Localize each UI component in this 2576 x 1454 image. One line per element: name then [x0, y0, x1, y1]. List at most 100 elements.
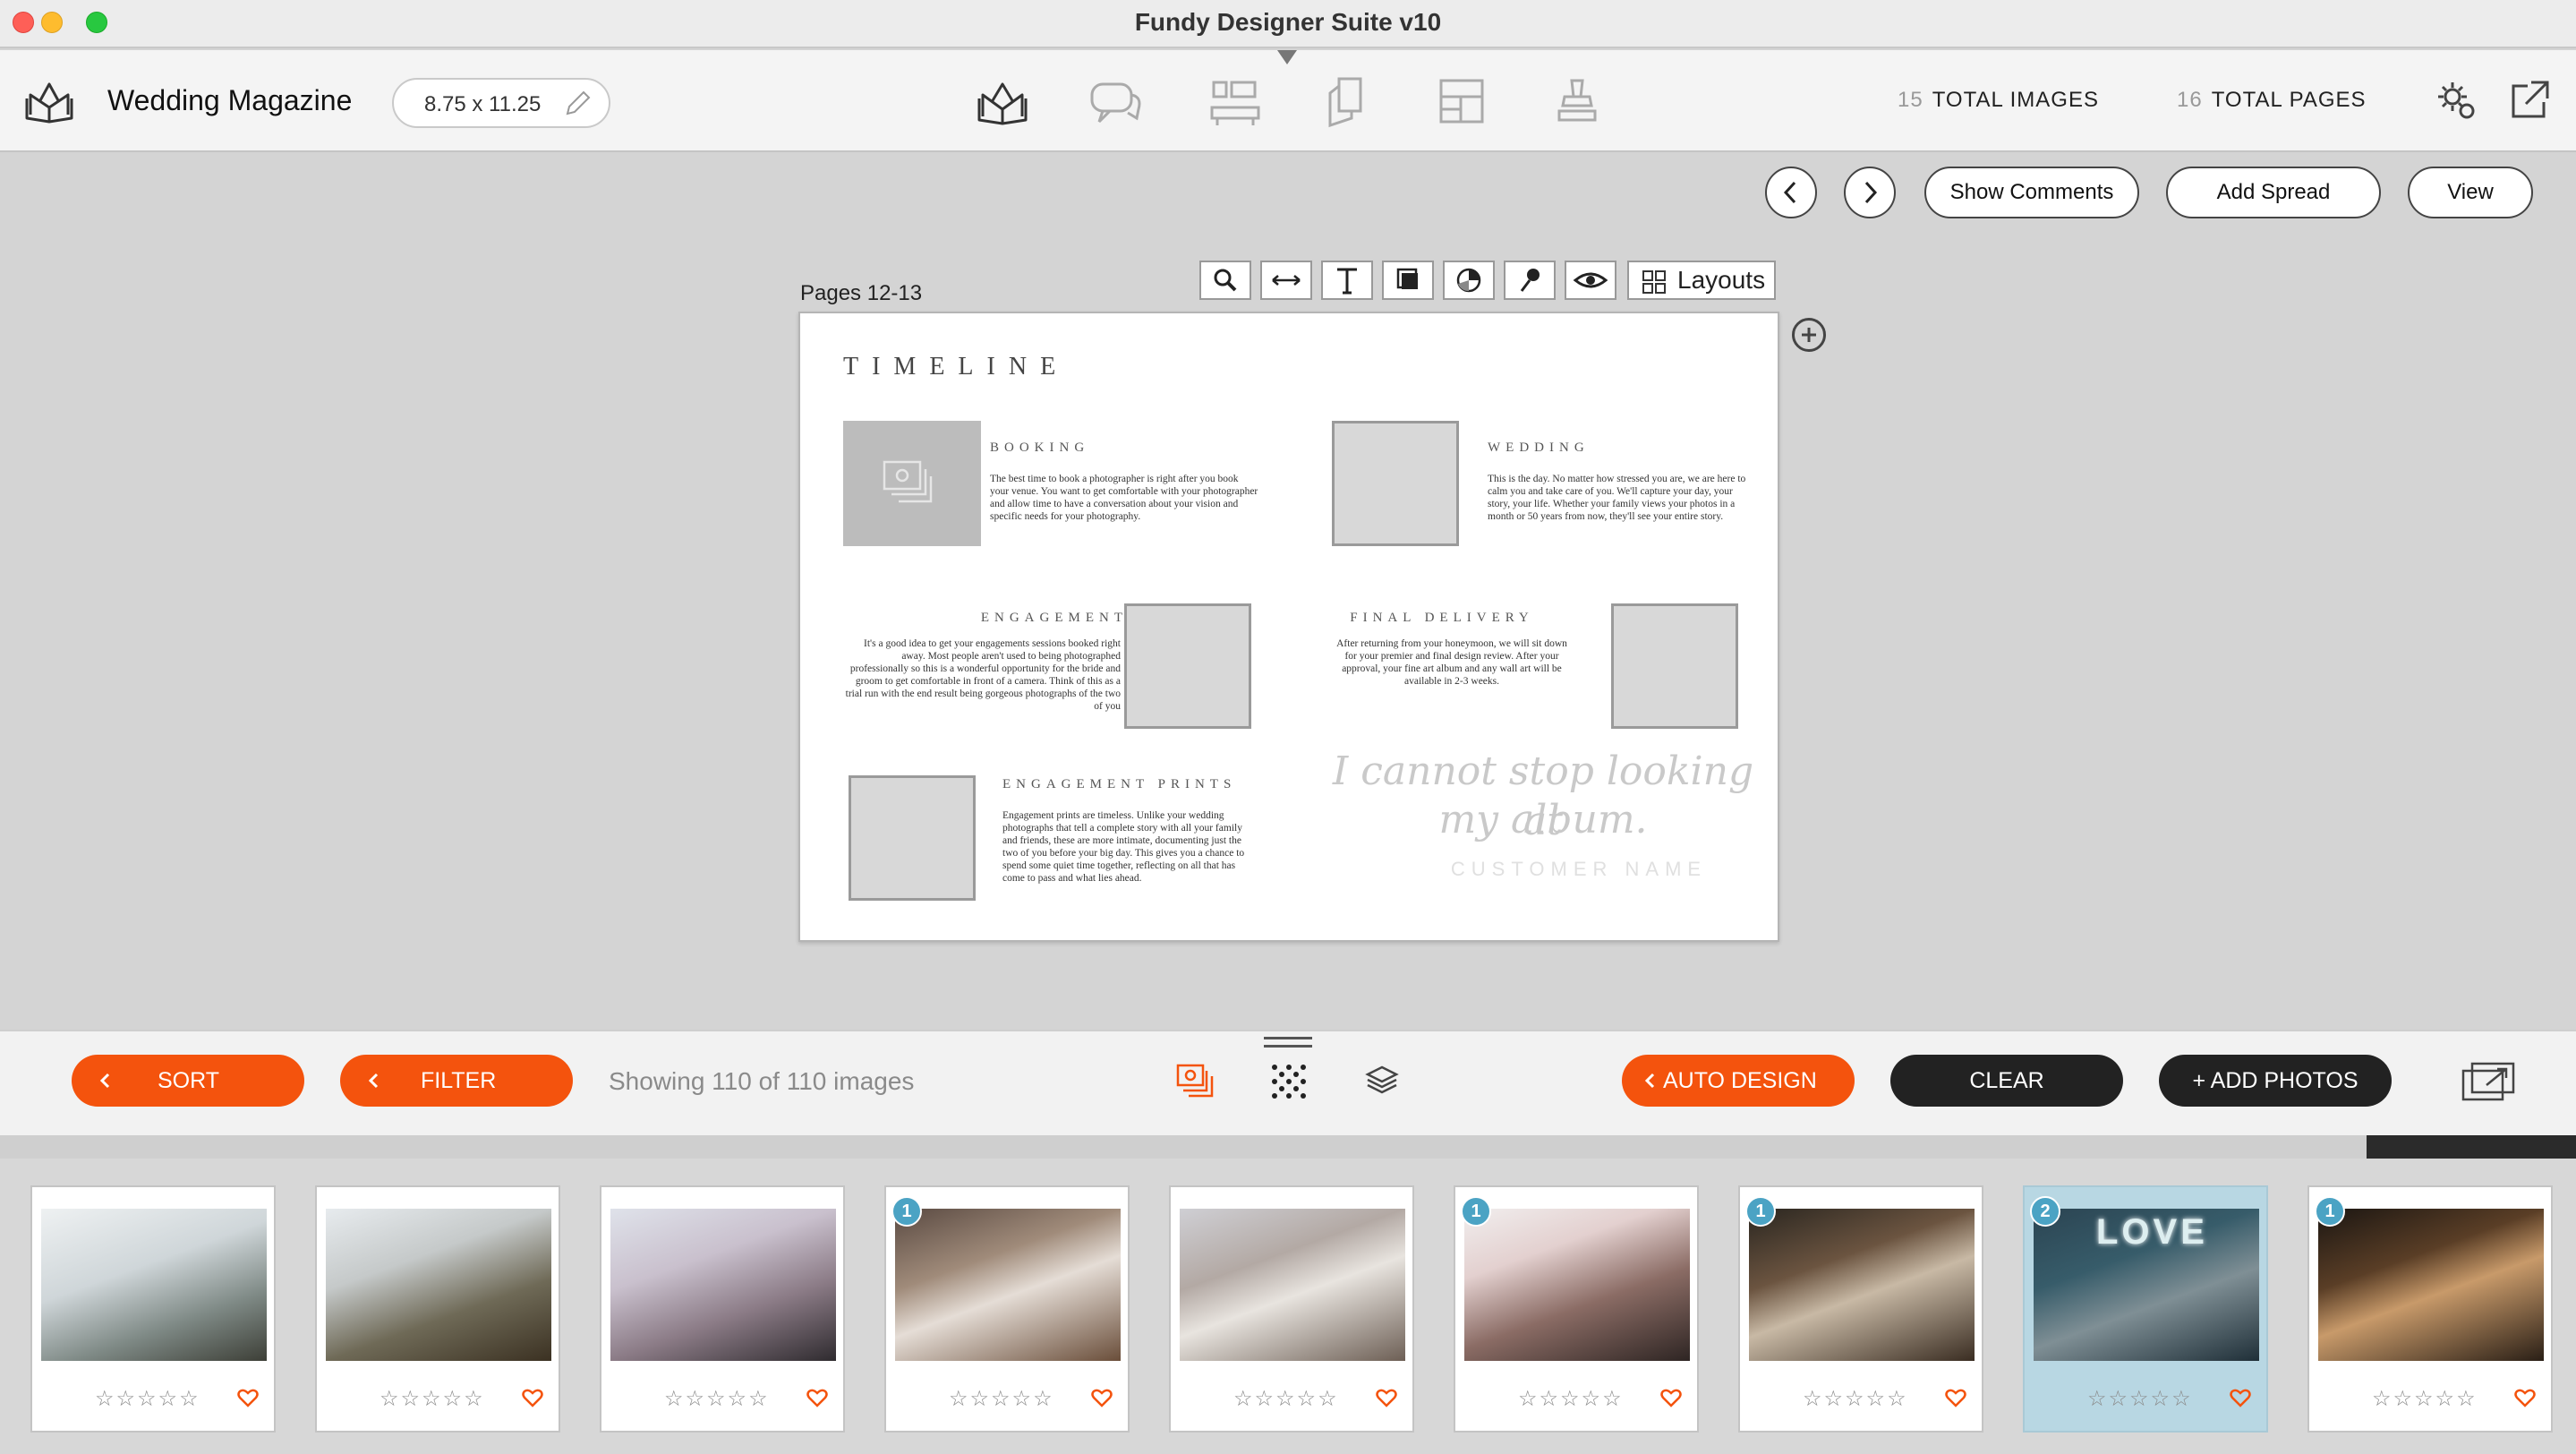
engagement-prints-body: Engagement prints are timeless. Unlike y… [1002, 810, 1245, 884]
favorite-heart-icon[interactable] [1944, 1386, 1967, 1409]
thumbnail-card[interactable]: 1 ☆☆☆☆☆ [884, 1185, 1130, 1433]
star-rating[interactable]: ☆☆☆☆☆ [1803, 1386, 1908, 1412]
clear-button[interactable]: CLEAR [1890, 1055, 2123, 1107]
wall-art-icon[interactable] [1207, 75, 1264, 129]
cards-icon[interactable] [1319, 75, 1377, 129]
pin-tool[interactable] [1504, 261, 1556, 300]
thumbnail-photo[interactable] [610, 1209, 836, 1361]
total-pages-label: TOTAL PAGES [2211, 88, 2367, 112]
previous-spread-button[interactable] [1765, 167, 1817, 218]
next-spread-button[interactable] [1844, 167, 1896, 218]
layers-icon[interactable] [1359, 1058, 1405, 1105]
settings-gear-icon[interactable] [2433, 77, 2479, 124]
favorite-heart-icon[interactable] [1375, 1386, 1398, 1409]
layouts-button[interactable]: Layouts [1627, 261, 1776, 300]
window-title: Fundy Designer Suite v10 [1134, 8, 1442, 36]
sort-label: SORT [158, 1068, 219, 1093]
star-rating[interactable]: ☆☆☆☆☆ [1518, 1386, 1624, 1412]
expand-tray-icon[interactable] [2460, 1058, 2519, 1105]
engagement-image-placeholder[interactable] [1124, 603, 1251, 729]
favorite-heart-icon[interactable] [806, 1386, 829, 1409]
thumbnail-card[interactable]: 1 ☆☆☆☆☆ [1454, 1185, 1699, 1433]
preview-tool[interactable] [1565, 261, 1616, 300]
album-logo-icon[interactable] [23, 79, 75, 124]
thumbnail-photo[interactable] [2318, 1209, 2544, 1361]
color-tool[interactable] [1443, 261, 1495, 300]
album-builder-icon[interactable] [974, 75, 1031, 129]
favorite-heart-icon[interactable] [1090, 1386, 1113, 1409]
auto-design-button[interactable]: AUTO DESIGN [1622, 1055, 1855, 1107]
thumbnail-card[interactable]: LOVE 2 ☆☆☆☆☆ [2023, 1185, 2268, 1433]
image-placeholder-icon [883, 460, 933, 503]
booking-body: The best time to book a photographer is … [990, 474, 1258, 522]
auto-design-label: AUTO DESIGN [1663, 1068, 1817, 1093]
add-page-button[interactable] [1792, 318, 1826, 352]
thumbnail-photo[interactable] [1180, 1209, 1405, 1361]
favorite-heart-icon[interactable] [2229, 1386, 2252, 1409]
wedding-image-placeholder[interactable] [1332, 421, 1459, 546]
thumbnail-card[interactable]: 1 ☆☆☆☆☆ [1738, 1185, 1983, 1433]
star-rating[interactable]: ☆☆☆☆☆ [2372, 1386, 2478, 1412]
album-spread[interactable]: TIMELINE BOOKING The best time to book a… [798, 312, 1779, 942]
fit-width-tool[interactable] [1260, 261, 1312, 300]
star-rating[interactable]: ☆☆☆☆☆ [949, 1386, 1054, 1412]
thumbnail-card[interactable]: ☆☆☆☆☆ [315, 1185, 560, 1433]
preview-eye-icon [1573, 272, 1608, 288]
thumbnail-photo[interactable] [326, 1209, 551, 1361]
image-stack-icon[interactable] [1173, 1058, 1219, 1105]
star-rating[interactable]: ☆☆☆☆☆ [95, 1386, 200, 1412]
proofing-chat-icon[interactable] [1087, 75, 1144, 129]
thumbnail-photo[interactable] [41, 1209, 267, 1361]
chevron-right-icon [1864, 181, 1878, 204]
pin-tool-icon [1520, 269, 1540, 292]
favorite-heart-icon[interactable] [2513, 1386, 2537, 1409]
star-rating[interactable]: ☆☆☆☆☆ [380, 1386, 485, 1412]
star-rating[interactable]: ☆☆☆☆☆ [1233, 1386, 1339, 1412]
tray-scroll-indicator[interactable] [2367, 1135, 2576, 1159]
tray-divider [0, 1135, 2576, 1159]
thumbnail-photo[interactable]: LOVE [2034, 1209, 2259, 1361]
booking-image-placeholder[interactable] [843, 421, 981, 546]
sort-button[interactable]: SORT [72, 1055, 304, 1107]
image-tray-bar: SORT FILTER Showing 110 of 110 images AU… [0, 1030, 2576, 1135]
final-delivery-image-placeholder[interactable] [1611, 603, 1738, 729]
add-photos-button[interactable]: + ADD PHOTOS [2159, 1055, 2392, 1107]
view-button[interactable]: View [2408, 167, 2533, 218]
favorite-heart-icon[interactable] [1659, 1386, 1683, 1409]
thumbnail-card[interactable]: 1 ☆☆☆☆☆ [2307, 1185, 2553, 1433]
layouts-grid-icon[interactable] [1434, 75, 1491, 129]
usage-count-badge: 1 [1745, 1196, 1776, 1227]
document-name[interactable]: Wedding Magazine [107, 84, 352, 117]
shape-tool[interactable] [1382, 261, 1434, 300]
shape-tool-icon [1396, 268, 1418, 289]
page-size-pill[interactable]: 8.75 x 11.25 [392, 78, 610, 128]
resize-grip[interactable] [1264, 1037, 1312, 1048]
sales-stamp-icon[interactable] [1550, 75, 1608, 129]
usage-count-badge: 1 [1461, 1196, 1491, 1227]
grid-dots-icon[interactable] [1266, 1058, 1312, 1105]
showing-count: Showing 110 of 110 images [609, 1067, 915, 1095]
filter-button[interactable]: FILTER [340, 1055, 573, 1107]
thumbnail-card[interactable]: ☆☆☆☆☆ [30, 1185, 276, 1433]
thumbnail-card[interactable]: ☆☆☆☆☆ [600, 1185, 845, 1433]
thumbnail-photo[interactable] [1749, 1209, 1975, 1361]
star-rating[interactable]: ☆☆☆☆☆ [2087, 1386, 2193, 1412]
favorite-heart-icon[interactable] [236, 1386, 260, 1409]
engagement-prints-image-placeholder[interactable] [849, 775, 976, 901]
text-tool[interactable] [1321, 261, 1373, 300]
wedding-heading: WEDDING [1488, 440, 1590, 455]
add-spread-button[interactable]: Add Spread [2166, 167, 2381, 218]
favorite-heart-icon[interactable] [521, 1386, 544, 1409]
thumbnail-photo[interactable] [895, 1209, 1121, 1361]
thumbnail-photo[interactable] [1464, 1209, 1690, 1361]
zoom-tool[interactable] [1199, 261, 1251, 300]
export-icon[interactable] [2506, 77, 2553, 124]
quote-line-2: my album. [1438, 797, 1648, 842]
chevron-left-icon [1783, 181, 1796, 204]
show-comments-button[interactable]: Show Comments [1924, 167, 2139, 218]
thumbnail-card[interactable]: ☆☆☆☆☆ [1169, 1185, 1414, 1433]
layouts-label: Layouts [1677, 266, 1766, 294]
star-rating[interactable]: ☆☆☆☆☆ [664, 1386, 770, 1412]
total-images-stat: 15 TOTAL IMAGES [1898, 88, 2099, 113]
fit-width-icon [1272, 275, 1301, 286]
